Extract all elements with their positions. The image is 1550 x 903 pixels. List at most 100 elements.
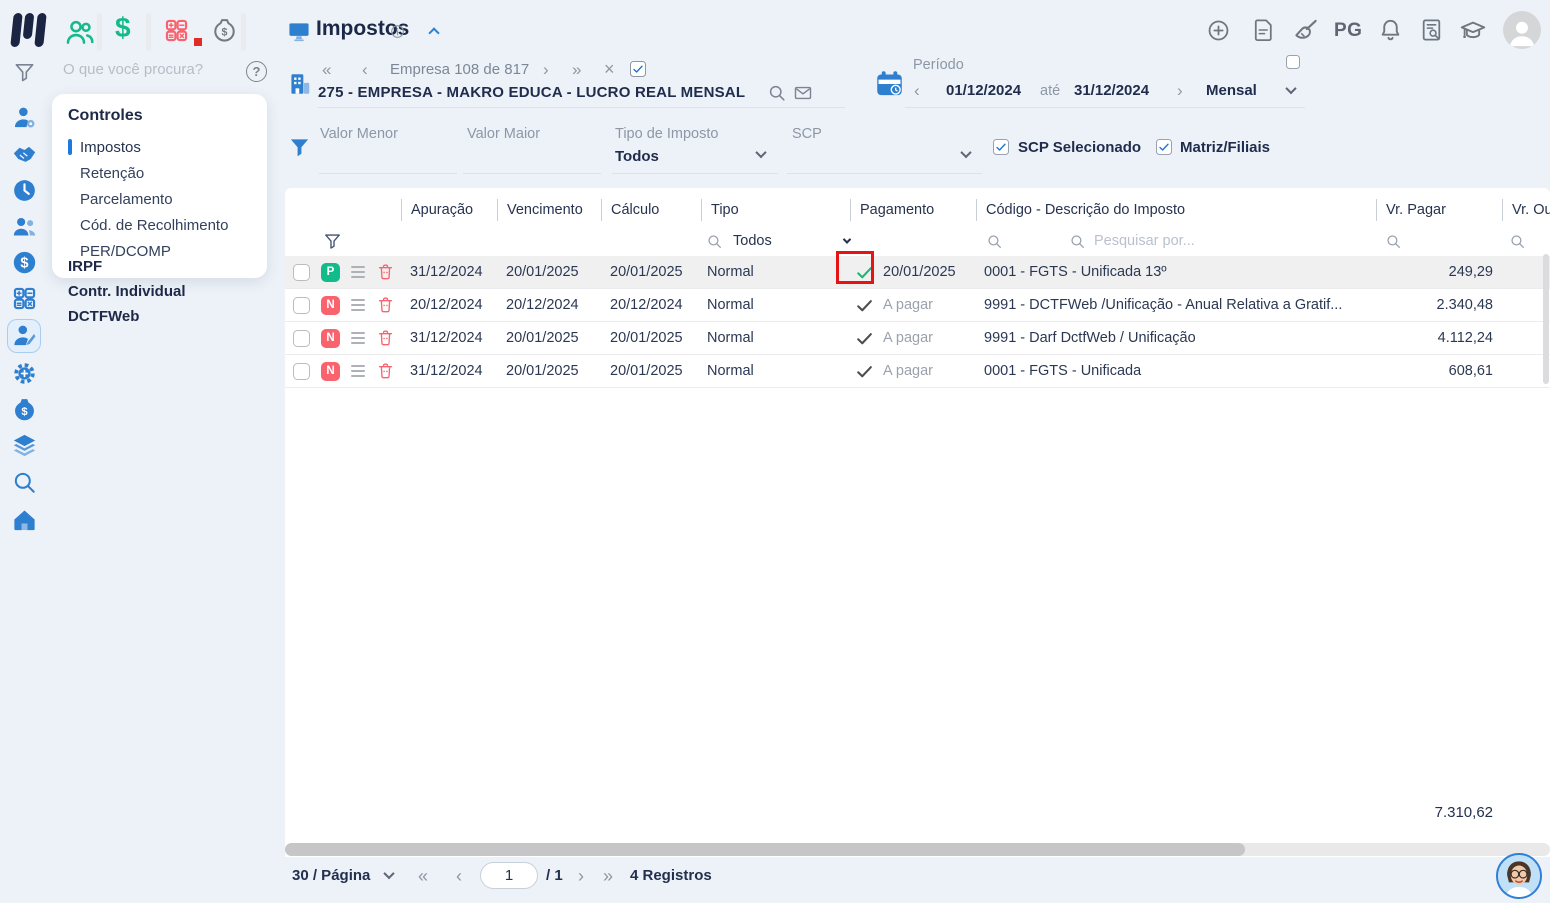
codigo-search-icon[interactable] — [986, 233, 1003, 250]
company-last-button[interactable]: » — [572, 61, 583, 78]
last-page-button[interactable]: » — [603, 867, 615, 885]
table-row[interactable]: N 31/12/2024 20/01/2025 20/01/2025 Norma… — [285, 322, 1550, 355]
row-checkbox[interactable] — [293, 330, 310, 347]
valor-menor-input[interactable] — [319, 148, 455, 165]
audit-log-icon[interactable] — [1419, 17, 1444, 43]
col-vr-pagar[interactable]: Vr. Pagar — [1376, 199, 1502, 221]
tipo-imposto-select[interactable]: Todos — [615, 148, 659, 165]
contacts-module-icon[interactable] — [64, 16, 96, 48]
collapse-chevron-icon[interactable] — [428, 27, 439, 38]
col-codigo[interactable]: Código - Descrição do Imposto — [976, 199, 1376, 221]
page-size-chevron-icon[interactable] — [383, 868, 394, 879]
company-first-button[interactable]: « — [322, 61, 333, 78]
prev-page-button[interactable]: ‹ — [456, 867, 462, 885]
sidebar-person-edit-icon[interactable] — [11, 322, 38, 349]
company-select-checkbox[interactable] — [630, 61, 646, 77]
company-search-icon[interactable] — [767, 83, 787, 103]
col-calculo[interactable]: Cálculo — [601, 199, 701, 221]
pay-check-icon[interactable] — [855, 362, 874, 381]
scp-chevron-icon[interactable] — [960, 147, 971, 158]
period-next-button[interactable]: › — [1177, 82, 1183, 99]
add-icon[interactable] — [1206, 18, 1231, 43]
cell-pagamento[interactable]: 20/01/2025 — [850, 263, 976, 282]
company-clear-icon[interactable]: × — [604, 60, 615, 78]
sidebar-calculator-icon[interactable] — [11, 285, 38, 312]
vertical-scrollbar[interactable] — [1543, 254, 1549, 384]
sidebar-layers-icon[interactable] — [11, 432, 38, 459]
table-row[interactable]: P 31/12/2024 20/01/2025 20/01/2025 Norma… — [285, 256, 1550, 289]
pay-check-icon[interactable] — [855, 296, 874, 315]
sidebar-handshake-icon[interactable] — [11, 141, 38, 168]
row-menu-icon[interactable] — [351, 332, 365, 344]
sidebar-clock-icon[interactable] — [11, 177, 38, 204]
col-tipo[interactable]: Tipo — [701, 199, 850, 221]
horizontal-scrollbar-track[interactable] — [285, 843, 1550, 856]
descricao-search-icon[interactable] — [1069, 233, 1086, 250]
document-icon[interactable] — [1251, 17, 1276, 43]
tipo-search-icon[interactable] — [706, 233, 723, 250]
horizontal-scrollbar-thumb[interactable] — [285, 843, 1245, 856]
period-prev-button[interactable]: ‹ — [914, 82, 920, 99]
tipo-filter-chevron-icon[interactable] — [842, 235, 850, 243]
global-search-input[interactable] — [63, 61, 238, 78]
period-mode-chevron-icon[interactable] — [1285, 83, 1296, 94]
row-checkbox[interactable] — [293, 297, 310, 314]
assistant-avatar[interactable] — [1496, 853, 1542, 899]
graduation-cap-icon[interactable] — [1459, 17, 1487, 44]
delete-icon[interactable] — [376, 361, 395, 381]
next-page-button[interactable]: › — [578, 867, 584, 885]
tipo-filter-value[interactable]: Todos — [733, 233, 772, 249]
valor-maior-input[interactable] — [464, 148, 600, 165]
menu-item-parcelamento[interactable]: Parcelamento — [68, 186, 251, 212]
bell-icon[interactable] — [1378, 17, 1403, 43]
vr-outros-search-icon[interactable] — [1509, 233, 1526, 250]
financial-module-icon[interactable]: $ — [115, 12, 131, 44]
sidebar-gear-icon[interactable] — [11, 360, 38, 387]
pay-check-icon[interactable] — [855, 329, 874, 348]
table-row[interactable]: N 20/12/2024 20/12/2024 20/12/2024 Norma… — [285, 289, 1550, 322]
col-apuracao[interactable]: Apuração — [401, 199, 497, 221]
paid-check-icon[interactable] — [855, 263, 874, 282]
delete-icon[interactable] — [376, 328, 395, 348]
row-checkbox[interactable] — [293, 363, 310, 380]
period-from-value[interactable]: 01/12/2024 — [946, 82, 1021, 99]
accounting-module-icon[interactable] — [163, 17, 190, 44]
menu-item-retencao[interactable]: Retenção — [68, 160, 251, 186]
company-next-button[interactable]: › — [543, 61, 549, 78]
row-checkbox[interactable] — [293, 264, 310, 281]
matriz-filiais-checkbox[interactable] — [1156, 139, 1172, 155]
menu-item-contr-individual[interactable]: Contr. Individual — [68, 283, 186, 300]
table-row[interactable]: N 31/12/2024 20/01/2025 20/01/2025 Norma… — [285, 355, 1550, 388]
delete-icon[interactable] — [376, 262, 395, 282]
sidebar-search-icon[interactable] — [11, 469, 38, 496]
table-funnel-icon[interactable] — [323, 231, 342, 251]
delete-icon[interactable] — [376, 295, 395, 315]
taxes-module-icon[interactable] — [211, 16, 238, 44]
makro-logo[interactable] — [12, 13, 48, 52]
sidebar-user-settings-icon[interactable] — [11, 104, 38, 131]
menu-item-irpf[interactable]: IRPF — [68, 258, 102, 275]
menu-item-cod-recolhimento[interactable]: Cód. de Recolhimento — [68, 212, 251, 238]
row-menu-icon[interactable] — [351, 266, 365, 278]
cell-pagamento[interactable]: A pagar — [850, 329, 976, 348]
period-to-value[interactable]: 31/12/2024 — [1074, 82, 1149, 99]
sidebar-people-icon[interactable] — [11, 213, 38, 240]
row-menu-icon[interactable] — [351, 299, 365, 311]
menu-item-impostos[interactable]: Impostos — [68, 134, 251, 160]
pg-button[interactable]: PG — [1334, 20, 1362, 42]
broom-icon[interactable] — [1292, 17, 1319, 44]
company-prev-button[interactable]: ‹ — [362, 61, 368, 78]
period-mode-select[interactable]: Mensal — [1206, 82, 1257, 99]
user-avatar[interactable] — [1503, 11, 1541, 49]
col-vr-outros[interactable]: Vr. Ou — [1502, 199, 1550, 221]
vr-pagar-search-icon[interactable] — [1385, 233, 1402, 250]
cell-pagamento[interactable]: A pagar — [850, 296, 976, 315]
info-icon[interactable] — [389, 23, 406, 40]
col-pagamento[interactable]: Pagamento — [850, 199, 976, 221]
menu-item-dctfweb[interactable]: DCTFWeb — [68, 308, 139, 325]
period-extra-checkbox[interactable] — [1286, 55, 1300, 69]
company-mail-icon[interactable] — [793, 83, 813, 103]
cell-pagamento[interactable]: A pagar — [850, 362, 976, 381]
page-size-select[interactable]: 30 / Página — [292, 867, 370, 884]
row-menu-icon[interactable] — [351, 365, 365, 377]
